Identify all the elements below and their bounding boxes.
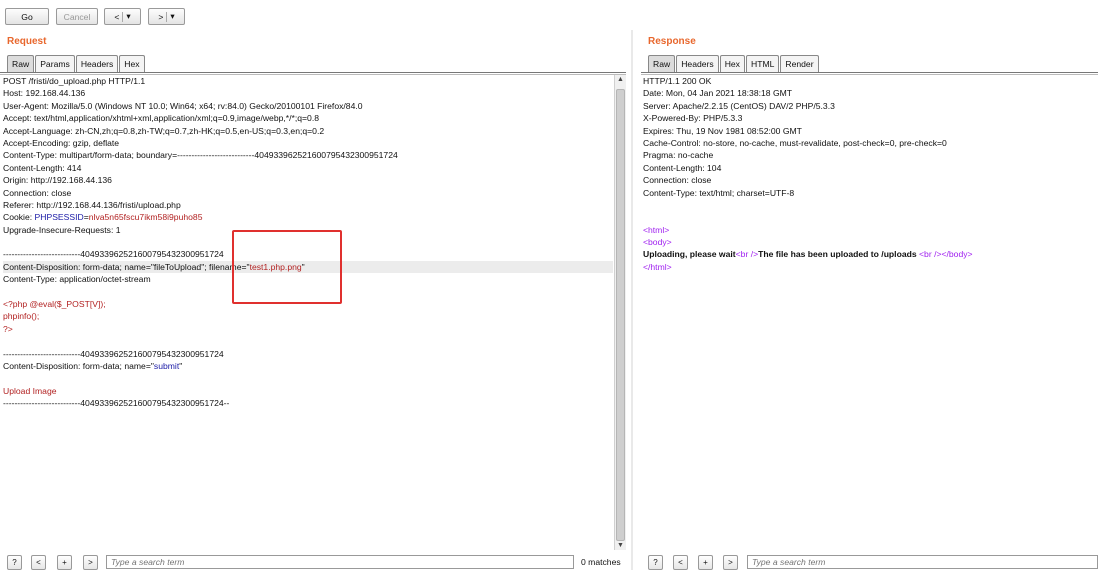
request-line: POST /fristi/do_upload.php HTTP/1.1	[3, 76, 146, 86]
tab-hex[interactable]: Hex	[719, 55, 745, 72]
request-title: Request	[7, 36, 47, 47]
header-line: Origin: http://192.168.44.136	[3, 175, 112, 186]
payload-line: ?>	[3, 323, 13, 334]
header-line: Content-Length: 104	[643, 162, 722, 173]
request-search-input[interactable]	[106, 555, 574, 569]
response-viewer[interactable]: HTTP/1.1 200 OK Date: Mon, 04 Jan 2021 1…	[643, 75, 1098, 545]
add-match-button[interactable]: +	[698, 555, 713, 570]
back-arrow-icon: <	[114, 11, 120, 22]
header-line: Content-Type: text/html; charset=UTF-8	[643, 187, 795, 198]
prev-match-button[interactable]: <	[31, 555, 46, 570]
request-scrollbar[interactable]: ▲ ▼	[614, 75, 626, 550]
header-line: Server: Apache/2.2.15 (CentOS) DAV/2 PHP…	[643, 100, 835, 111]
request-editor[interactable]: POST /fristi/do_upload.php HTTP/1.1 Host…	[3, 75, 613, 545]
boundary-line: ---------------------------4049339625216…	[3, 398, 230, 409]
chevron-down-icon: ▾	[170, 11, 175, 21]
request-tabs: Raw Params Headers Hex	[7, 55, 146, 72]
forward-button[interactable]: > ▾	[148, 8, 185, 25]
header-line: Content-Length: 414	[3, 162, 82, 173]
cancel-button[interactable]: Cancel	[56, 8, 98, 25]
prev-match-button[interactable]: <	[673, 555, 688, 570]
payload-line: phpinfo();	[3, 311, 40, 322]
response-tabs: Raw Headers Hex HTML Render	[648, 55, 820, 72]
body-tag-line: <body>	[643, 237, 672, 248]
tab-underline	[641, 72, 1098, 73]
body-content-line: Uploading, please wait<br />The file has…	[643, 249, 973, 260]
chevron-down-icon: ▾	[126, 11, 131, 21]
header-line: Expires: Thu, 19 Nov 1981 08:52:00 GMT	[643, 125, 802, 136]
header-line: Accept: text/html,application/xhtml+xml,…	[3, 113, 319, 124]
status-line: HTTP/1.1 200 OK	[643, 76, 712, 86]
header-line: Connection: close	[643, 175, 712, 186]
content-disposition-line: Content-Disposition: form-data; name="su…	[3, 360, 183, 371]
match-count: 0 matches	[581, 557, 621, 567]
cookie-line: Cookie: PHPSESSID=nlva5n65fscu7ikm58i9pu…	[3, 212, 203, 223]
help-button[interactable]: ?	[648, 555, 663, 570]
header-line: Content-Type: multipart/form-data; bound…	[3, 150, 398, 161]
tab-raw[interactable]: Raw	[7, 55, 35, 72]
tab-hex[interactable]: Hex	[119, 55, 145, 72]
panel-divider[interactable]	[631, 30, 633, 570]
response-search-input[interactable]	[747, 555, 1098, 569]
form-value-line: Upload Image	[3, 385, 57, 396]
cookie-value: nlva5n65fscu7ikm58i9puho85	[88, 212, 203, 223]
tab-params[interactable]: Params	[35, 55, 75, 72]
back-button[interactable]: < ▾	[104, 8, 141, 25]
tab-raw[interactable]: Raw	[648, 55, 676, 72]
field-name: submit	[153, 360, 180, 371]
field-name: fileToUpload	[153, 261, 202, 272]
help-button[interactable]: ?	[7, 555, 22, 570]
header-line: Accept-Encoding: gzip, deflate	[3, 137, 120, 148]
header-line: Pragma: no-cache	[643, 150, 714, 161]
annotation-highlight-box	[232, 230, 342, 304]
tab-html[interactable]: HTML	[745, 55, 780, 72]
header-line: User-Agent: Mozilla/5.0 (Windows NT 10.0…	[3, 100, 363, 111]
tab-headers[interactable]: Headers	[75, 55, 119, 72]
tab-headers[interactable]: Headers	[676, 55, 719, 72]
header-line: Accept-Language: zh-CN,zh;q=0.8,zh-TW;q=…	[3, 125, 325, 136]
next-match-button[interactable]: >	[723, 555, 738, 570]
header-line: Host: 192.168.44.136	[3, 88, 86, 99]
header-line: Connection: close	[3, 187, 72, 198]
boundary-line: ---------------------------4049339625216…	[3, 348, 224, 359]
header-line: Cache-Control: no-store, no-cache, must-…	[643, 137, 947, 148]
scrollbar-thumb[interactable]	[616, 89, 625, 541]
html-close-line: </html>	[643, 261, 672, 272]
header-line: X-Powered-By: PHP/5.3.3	[643, 113, 743, 124]
header-line: Referer: http://192.168.44.136/fristi/up…	[3, 199, 181, 210]
scroll-up-icon[interactable]: ▲	[617, 76, 624, 83]
scroll-down-icon[interactable]: ▼	[617, 542, 624, 549]
tab-render[interactable]: Render	[780, 55, 819, 72]
next-match-button[interactable]: >	[83, 555, 98, 570]
cookie-name: PHPSESSID	[34, 212, 84, 223]
header-line: Date: Mon, 04 Jan 2021 18:38:18 GMT	[643, 88, 793, 99]
response-title: Response	[648, 36, 696, 47]
html-tag-line: <html>	[643, 224, 670, 235]
add-match-button[interactable]: +	[57, 555, 72, 570]
forward-arrow-icon: >	[158, 11, 164, 22]
go-button[interactable]: Go	[5, 8, 49, 25]
tab-underline	[0, 72, 626, 73]
